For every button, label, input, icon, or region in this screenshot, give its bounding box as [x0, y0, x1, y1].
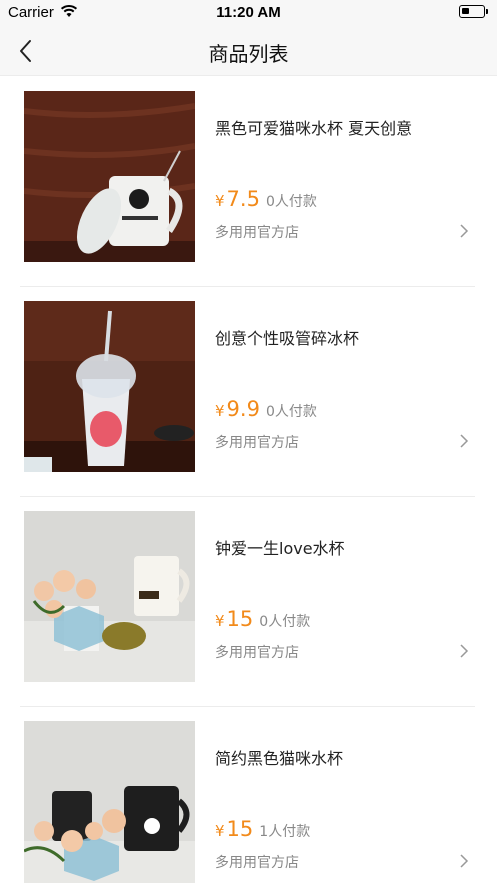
product-name: 创意个性吸管碎冰杯 — [215, 329, 360, 348]
product-image — [24, 511, 195, 682]
price-row: ¥9.9 0人付款 — [215, 397, 317, 421]
shop-name: 多用用官方店 — [215, 435, 299, 451]
price-row: ¥15 0人付款 — [215, 607, 310, 631]
price-row: ¥15 1人付款 — [215, 817, 310, 841]
status-bar: Carrier 11:20 AM — [0, 0, 497, 26]
price-row: ¥7.5 0人付款 — [215, 187, 317, 211]
chevron-right-icon — [460, 644, 469, 658]
product-image — [24, 721, 195, 883]
product-price: 9.9 — [226, 397, 260, 421]
navigation-bar: 商品列表 — [0, 26, 497, 76]
page-title: 商品列表 — [208, 42, 289, 66]
product-item[interactable]: 黑色可爱猫咪水杯 夏天创意 ¥7.5 0人付款 多用用官方店 — [0, 77, 497, 287]
currency-symbol: ¥ — [215, 402, 225, 420]
product-item[interactable]: 简约黑色猫咪水杯 ¥15 1人付款 多用用官方店 — [0, 707, 497, 883]
currency-symbol: ¥ — [215, 612, 225, 630]
product-image — [24, 91, 195, 262]
chevron-right-icon — [460, 434, 469, 448]
paid-count: 0人付款 — [265, 404, 317, 420]
product-price: 15 — [226, 817, 254, 841]
product-item[interactable]: 钟爱一生love水杯 ¥15 0人付款 多用用官方店 — [0, 497, 497, 707]
chevron-right-icon — [460, 224, 469, 238]
clock: 11:20 AM — [216, 4, 281, 21]
paid-count: 1人付款 — [259, 824, 311, 840]
product-price: 15 — [226, 607, 254, 631]
product-price: 7.5 — [226, 187, 260, 211]
product-name: 黑色可爱猫咪水杯 夏天创意 — [215, 119, 413, 138]
shop-name: 多用用官方店 — [215, 645, 299, 661]
paid-count: 0人付款 — [259, 614, 311, 630]
paid-count: 0人付款 — [265, 194, 317, 210]
product-item[interactable]: 创意个性吸管碎冰杯 ¥9.9 0人付款 多用用官方店 — [0, 287, 497, 497]
product-name: 钟爱一生love水杯 — [215, 539, 345, 558]
battery-icon — [459, 5, 488, 18]
product-list: 黑色可爱猫咪水杯 夏天创意 ¥7.5 0人付款 多用用官方店 创意个性吸管碎冰杯 — [0, 77, 497, 883]
product-image — [24, 301, 195, 472]
chevron-right-icon — [460, 854, 469, 868]
shop-name: 多用用官方店 — [215, 225, 299, 241]
product-name: 简约黑色猫咪水杯 — [215, 749, 344, 768]
currency-symbol: ¥ — [215, 192, 225, 210]
currency-symbol: ¥ — [215, 822, 225, 840]
shop-name: 多用用官方店 — [215, 855, 299, 871]
